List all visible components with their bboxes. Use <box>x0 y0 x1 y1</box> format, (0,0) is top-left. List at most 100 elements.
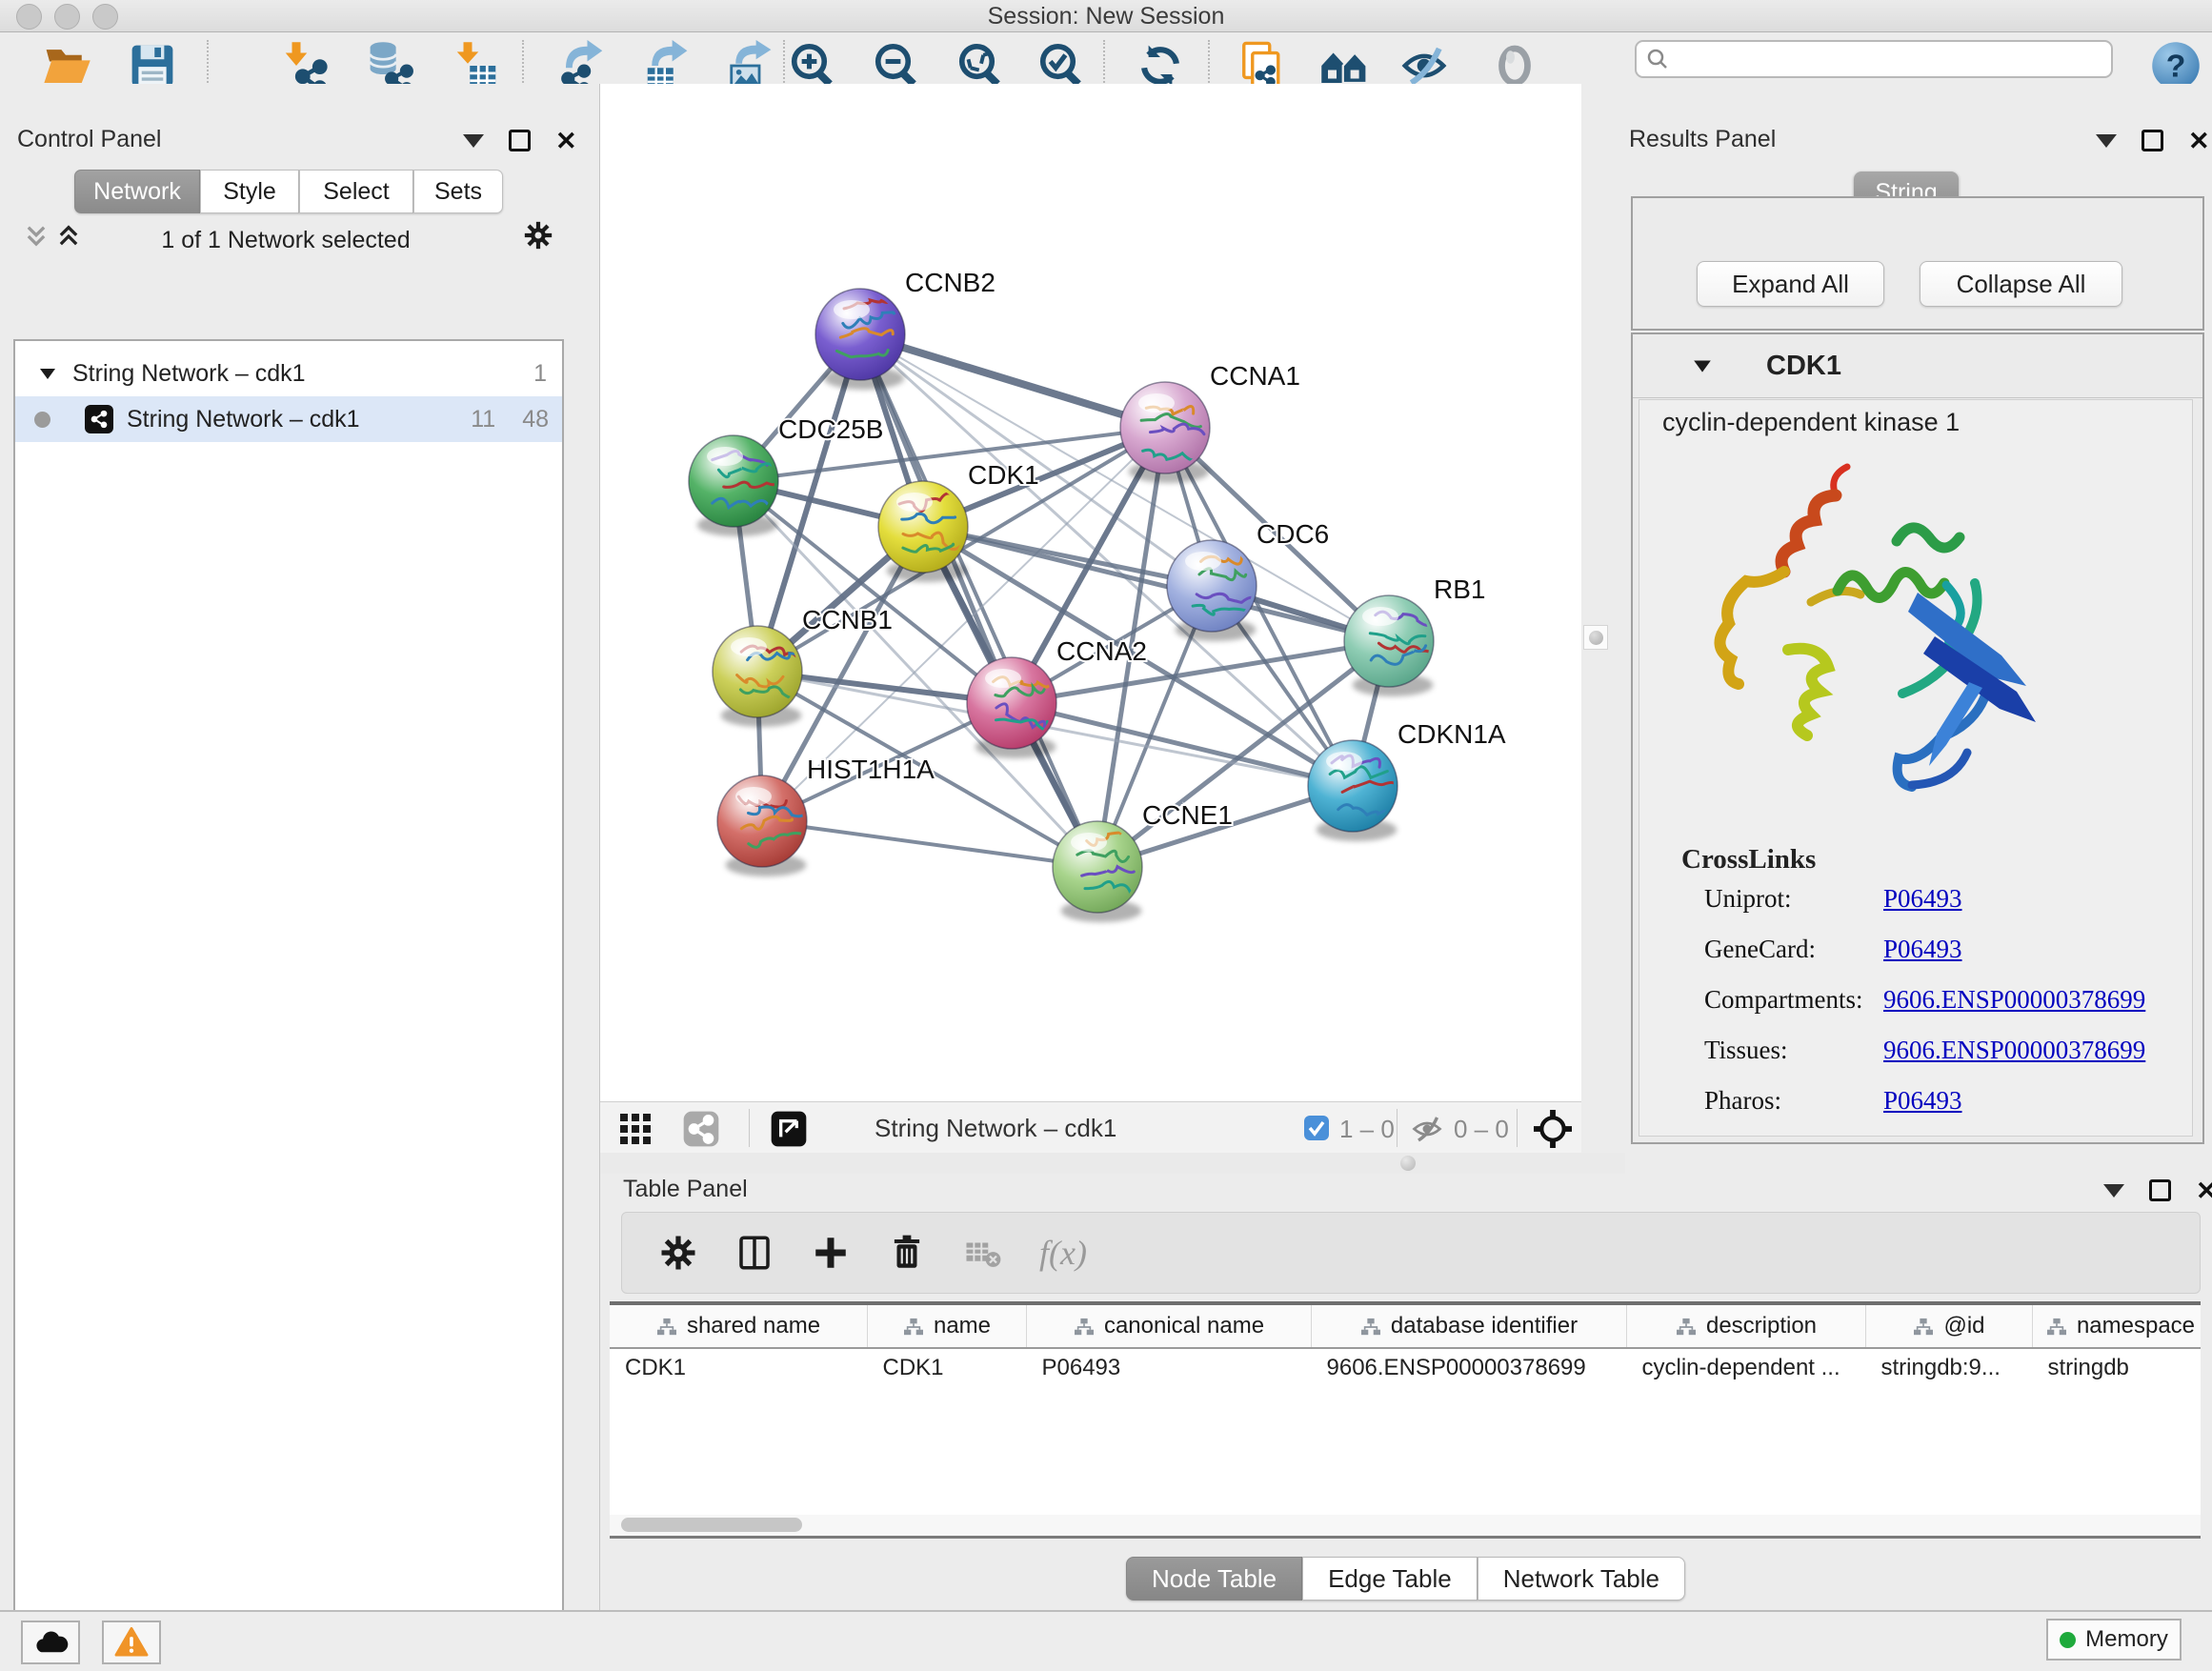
table-cell[interactable]: CDK1 <box>610 1348 868 1387</box>
column-header-namespace[interactable]: namespace <box>2033 1305 2202 1348</box>
table-cell[interactable]: P06493 <box>1027 1348 1312 1387</box>
table-cell[interactable]: stringdb <box>2033 1348 2202 1387</box>
node-CCNA1[interactable]: CCNA1 <box>1120 361 1300 483</box>
column-header-databaseidentifier[interactable]: database identifier <box>1312 1305 1627 1348</box>
grid-view-button[interactable] <box>619 1113 652 1150</box>
tab-node-table[interactable]: Node Table <box>1126 1557 1302 1601</box>
table-cell[interactable]: CDK1 <box>868 1348 1027 1387</box>
table-panel-menu-icon[interactable] <box>2103 1184 2124 1198</box>
tab-sets[interactable]: Sets <box>413 170 503 213</box>
tab-style[interactable]: Style <box>200 170 299 213</box>
control-panel-close-icon[interactable]: ✕ <box>555 131 577 151</box>
node-CDK1[interactable]: CDK1 <box>878 460 1039 582</box>
crosslink-label: GeneCard: <box>1704 935 1883 964</box>
node-label-CCNA2: CCNA2 <box>1056 636 1147 666</box>
network-canvas[interactable]: CCNB2CCNA1CDC25BCDK1CDC6RB1CCNB1CCNA2CDK… <box>600 84 1581 1101</box>
table-cell[interactable]: 9606.ENSP00000378699 <box>1312 1348 1627 1387</box>
column-header-description[interactable]: description <box>1627 1305 1866 1348</box>
tab-select[interactable]: Select <box>299 170 413 213</box>
edge-HIST1H1A-CCNE1[interactable] <box>762 821 1097 867</box>
node-label-HIST1H1A: HIST1H1A <box>807 755 935 784</box>
cloud-icon <box>32 1628 69 1657</box>
node-CCNB1[interactable]: CCNB1 <box>713 605 893 727</box>
warning-icon <box>114 1627 149 1658</box>
warnings-button[interactable] <box>102 1621 161 1664</box>
gear-icon <box>522 219 554 252</box>
protein-structure-image <box>1697 450 2059 804</box>
network-options-button[interactable] <box>522 219 554 256</box>
edge-CCNB2-CCNE1[interactable] <box>860 334 1097 867</box>
table-row[interactable]: CDK1CDK1P064939606.ENSP00000378699cyclin… <box>610 1348 2201 1387</box>
expand-all-button[interactable]: Expand All <box>1697 261 1884 307</box>
table-tabs: Node Table Edge Table Network Table <box>1126 1557 1685 1601</box>
network-row-selected[interactable]: String Network – cdk1 11 48 <box>15 396 562 442</box>
gene-detail-card: cyclin-dependent kinase 1 <box>1639 399 2193 1137</box>
node-label-CDC25B: CDC25B <box>778 414 883 444</box>
network-collection-row[interactable]: String Network – cdk1 1 <box>15 351 562 396</box>
node-CDKN1A[interactable]: CDKN1A <box>1308 719 1506 841</box>
main-toolbar: ? <box>0 32 2212 85</box>
crosslink-value-link[interactable]: P06493 <box>1883 1086 1962 1116</box>
title-bar: Session: New Session <box>0 0 2212 32</box>
table-cell[interactable]: stringdb:9... <box>1866 1348 2033 1387</box>
results-panel-close-icon[interactable]: ✕ <box>2188 131 2210 151</box>
delete-column-icon[interactable] <box>887 1233 927 1273</box>
add-column-icon[interactable] <box>811 1233 851 1273</box>
node-label-CDKN1A: CDKN1A <box>1398 719 1506 749</box>
column-header-id[interactable]: @id <box>1866 1305 2033 1348</box>
show-columns-icon[interactable] <box>734 1233 774 1273</box>
column-header-canonicalname[interactable]: canonical name <box>1027 1305 1312 1348</box>
scrollbar-thumb[interactable] <box>621 1518 802 1532</box>
crosslink-value-link[interactable]: P06493 <box>1883 935 1962 964</box>
collapse-all-button[interactable]: Collapse All <box>1920 261 2122 307</box>
annotation-mode-button[interactable] <box>682 1110 720 1153</box>
control-panel-float-icon[interactable] <box>509 130 531 151</box>
node-table: shared namenamecanonical namedatabase id… <box>610 1301 2201 1520</box>
cytoscape-window: Session: New Session <box>0 0 2212 1671</box>
crosslink-value-link[interactable]: 9606.ENSP00000378699 <box>1883 985 2145 1015</box>
function-builder-icon-disabled: f(x) <box>1039 1233 1087 1273</box>
table-cell[interactable]: cyclin-dependent ... <box>1627 1348 1866 1387</box>
hierarchy-icon <box>1360 1318 1381 1337</box>
table-panel-float-icon[interactable] <box>2149 1179 2171 1201</box>
node-HIST1H1A[interactable]: HIST1H1A <box>717 755 935 876</box>
results-panel-menu-icon[interactable] <box>2096 134 2117 148</box>
results-panel-float-icon[interactable] <box>2142 130 2163 151</box>
table-options-gear-icon[interactable] <box>658 1233 698 1273</box>
splitter-handle[interactable] <box>1583 625 1608 650</box>
birds-eye-view-button[interactable] <box>770 1110 808 1153</box>
network-selection-status: 1 of 1 Network selected <box>0 227 572 254</box>
crosslink-row: Pharos:P06493 <box>1704 1086 2181 1116</box>
crosslink-value-link[interactable]: P06493 <box>1883 884 1962 914</box>
table-panel-close-icon[interactable]: ✕ <box>2196 1181 2212 1200</box>
window-title: Session: New Session <box>0 3 2212 30</box>
memory-label: Memory <box>2085 1626 2168 1653</box>
tab-network[interactable]: Network <box>74 170 200 213</box>
collection-count: 1 <box>533 360 547 388</box>
memory-button[interactable]: Memory <box>2046 1619 2182 1661</box>
crosslink-value-link[interactable]: 9606.ENSP00000378699 <box>1883 1036 2145 1065</box>
node-selection-mode-button[interactable] <box>1534 1110 1572 1153</box>
results-actions-box: Expand All Collapse All <box>1631 196 2204 331</box>
table-panel: Table Panel ✕ <box>600 1174 2212 1610</box>
node-RB1[interactable]: RB1 <box>1344 574 1485 696</box>
tab-network-table[interactable]: Network Table <box>1478 1557 1685 1601</box>
column-header-name[interactable]: name <box>868 1305 1027 1348</box>
collection-expand-icon <box>38 364 57 383</box>
network-node-count: 11 <box>471 406 495 433</box>
column-header-sharedname[interactable]: shared name <box>610 1305 868 1348</box>
control-panel-menu-icon[interactable] <box>463 134 484 148</box>
table-panel-title: Table Panel <box>623 1176 748 1203</box>
network-graph[interactable]: CCNB2CCNA1CDC25BCDK1CDC6RB1CCNB1CCNA2CDK… <box>600 84 1581 1101</box>
edge-CCNB2-CCNA1[interactable] <box>860 334 1165 428</box>
gene-section-header[interactable]: CDK1 <box>1633 334 2202 398</box>
table-horizontal-scrollbar[interactable] <box>610 1515 2201 1539</box>
vertical-splitter[interactable] <box>1581 84 1628 1155</box>
search-input[interactable] <box>1635 40 2113 78</box>
cloud-status-button[interactable] <box>21 1621 80 1664</box>
tab-edge-table[interactable]: Edge Table <box>1302 1557 1478 1601</box>
gene-result-box: CDK1 cyclin-dependent kinase 1 <box>1631 332 2204 1144</box>
node-CCNE1[interactable]: CCNE1 <box>1053 800 1233 922</box>
selected-checkbox[interactable] <box>1303 1115 1330 1146</box>
crosslinks-title: CrossLinks <box>1681 844 1816 876</box>
